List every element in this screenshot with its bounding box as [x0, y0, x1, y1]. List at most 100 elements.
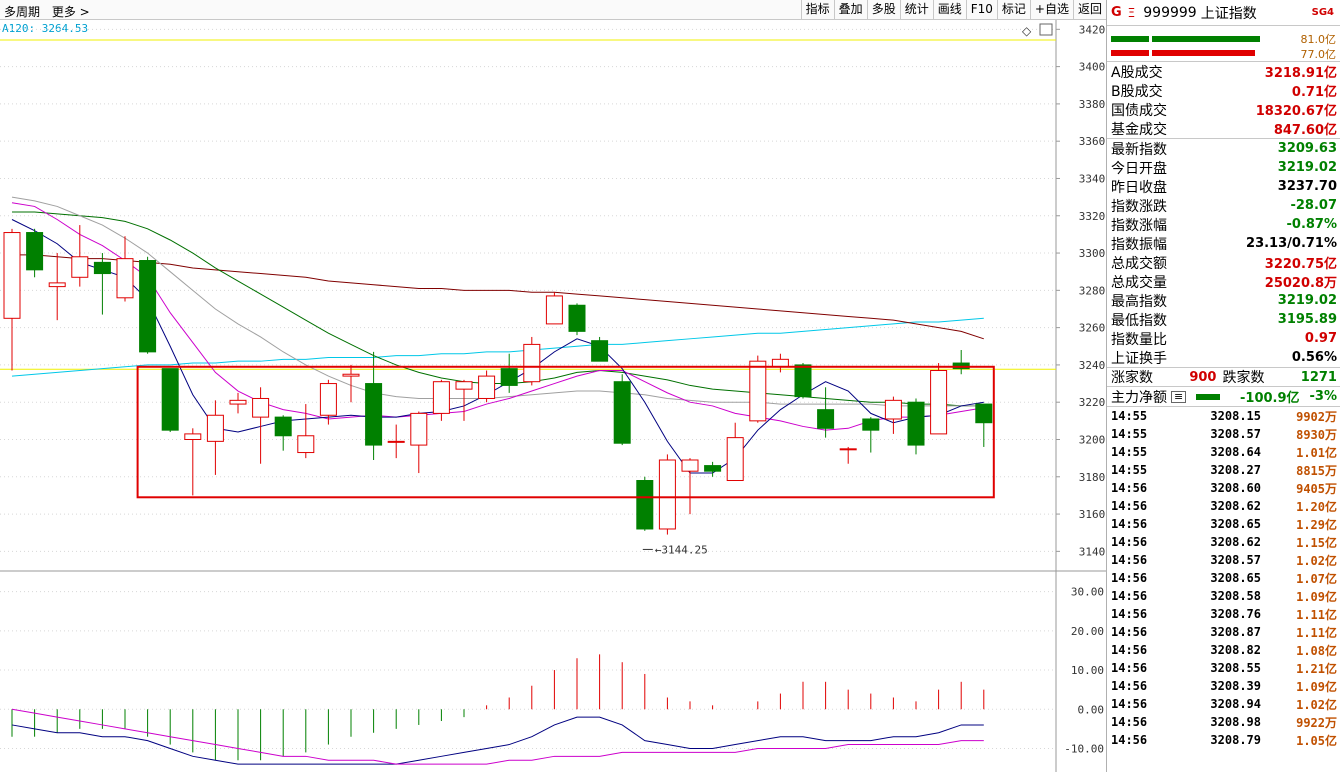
stat-value: 3209.63: [1277, 141, 1337, 156]
stat-label: 最低指数: [1111, 312, 1167, 329]
candle-body: [975, 403, 993, 424]
candle-body: [432, 381, 450, 414]
macd-tick-label: 0.00: [1078, 703, 1105, 716]
trade-row: 14:56 3208.60 9405万: [1107, 479, 1340, 497]
up-count-label: 涨家数: [1111, 370, 1153, 386]
stat-row: 今日开盘 3219.02: [1107, 158, 1340, 177]
stat-value: 0.97: [1304, 331, 1337, 346]
stat-row: 昨日收盘 3237.70: [1107, 177, 1340, 196]
candle-body: [184, 433, 202, 440]
candle-body: [771, 358, 789, 368]
turnover-value: 3218.91亿: [1264, 66, 1337, 81]
trade-row: 14:56 3208.76 1.11亿: [1107, 605, 1340, 623]
price-tick-label: 3360: [1079, 135, 1106, 148]
trade-price: 3208.55: [1210, 661, 1261, 675]
turnover-section: A股成交 3218.91亿 B股成交 0.71亿 国债成交 18320.67亿 基金成…: [1107, 62, 1340, 139]
market-breadth: 涨家数 900 跌家数 1271: [1107, 367, 1340, 387]
trade-time: 14:56: [1111, 733, 1148, 747]
multi-period-button[interactable]: 多周期: [4, 5, 40, 19]
trade-time: 14:56: [1111, 517, 1148, 531]
trade-price: 3208.65: [1210, 571, 1261, 585]
trade-time: 14:55: [1111, 427, 1148, 441]
candle-body: [636, 480, 654, 530]
candle-body: [3, 232, 21, 319]
trade-time: 14:56: [1111, 607, 1148, 621]
candle-body: [26, 232, 44, 271]
candle-body: [93, 261, 111, 275]
ma60-line: [12, 254, 984, 340]
trade-volume: 1.29亿: [1296, 517, 1337, 532]
trade-time: 14:56: [1111, 625, 1148, 639]
multi-stock-button[interactable]: 多股: [866, 0, 900, 20]
trade-price: 3208.94: [1210, 697, 1261, 711]
trade-price: 3208.27: [1210, 463, 1261, 477]
trade-volume: 8815万: [1296, 463, 1337, 478]
toolbar-right: 指标 叠加 多股 统计 画线 F10 标记 +自选 返回: [800, 0, 1106, 20]
index-code: 999999: [1143, 4, 1197, 21]
candle-body: [862, 418, 880, 431]
trade-row: 14:56 3208.39 1.09亿: [1107, 677, 1340, 695]
trade-row: 14:56 3208.94 1.02亿: [1107, 695, 1340, 713]
price-tick-label: 3200: [1079, 433, 1106, 446]
stat-value: 23.13/0.71%: [1246, 236, 1337, 251]
candle-body: [613, 381, 631, 444]
trade-volume: 1.09亿: [1296, 589, 1337, 604]
stat-row: 指数振幅 23.13/0.71%: [1107, 234, 1340, 253]
trade-price: 3208.87: [1210, 625, 1261, 639]
stat-row: 指数涨跌 -28.07: [1107, 196, 1340, 215]
kline-chart[interactable]: 3140 3160 3180 3200 3220 3240 3260 3280 3300 3320…: [0, 20, 1106, 772]
stat-value: 3195.89: [1277, 312, 1337, 327]
add-watchlist-button[interactable]: +自选: [1029, 0, 1073, 20]
ma20-line: [11, 196, 984, 407]
f10-button[interactable]: F10: [965, 0, 997, 20]
trade-volume: 1.20亿: [1296, 499, 1337, 514]
trade-time: 14:55: [1111, 409, 1148, 423]
draw-line-button[interactable]: 画线: [932, 0, 966, 20]
down-count-label: 跌家数: [1222, 370, 1265, 386]
trade-volume: 1.11亿: [1296, 607, 1337, 622]
stat-value: 3237.70: [1277, 179, 1337, 194]
candle-body: [568, 304, 586, 332]
trade-volume: 1.15亿: [1296, 535, 1337, 550]
main-flow-pct: -3%: [1309, 389, 1337, 404]
stat-row: 上证换手 0.56%: [1107, 348, 1340, 367]
stat-label: 最高指数: [1111, 293, 1167, 310]
trade-row: 14:56 3208.82 1.08亿: [1107, 641, 1340, 659]
candle-body: [749, 360, 767, 422]
statistics-button[interactable]: 统计: [899, 0, 933, 20]
menu-icon[interactable]: Ξ: [1128, 6, 1136, 20]
stat-row: 最低指数 3195.89: [1107, 310, 1340, 329]
candle-body: [365, 383, 383, 446]
candle-body: [500, 368, 518, 386]
ma30-line: [12, 211, 984, 407]
main-flow: 主力净额 ≡ -100.9亿 -3%: [1107, 387, 1340, 407]
trade-row: 14:55 3208.27 8815万: [1107, 461, 1340, 479]
stat-label: 指数涨幅: [1111, 217, 1167, 234]
trade-row: 14:56 3208.57 1.02亿: [1107, 551, 1340, 569]
mark-button[interactable]: 标记: [996, 0, 1030, 20]
more-button[interactable]: 更多 >: [52, 5, 90, 19]
trade-volume: 1.02亿: [1296, 553, 1337, 568]
green-bar-right: [1152, 36, 1260, 42]
turnover-label: 国债成交: [1111, 102, 1167, 119]
trade-price: 3208.60: [1210, 481, 1261, 495]
candle-body: [907, 401, 925, 446]
trade-volume: 1.11亿: [1296, 625, 1337, 640]
diamond-icon: ◇: [1022, 24, 1032, 38]
price-tick-label: 3280: [1079, 284, 1106, 297]
candle-body: [884, 399, 902, 420]
trade-volume: 9405万: [1296, 481, 1337, 496]
bar-bottom-value: 77.0亿: [1300, 48, 1337, 61]
trade-volume: 8930万: [1296, 427, 1337, 442]
back-button[interactable]: 返回: [1072, 0, 1106, 20]
candle-body: [545, 295, 563, 325]
indicator-button[interactable]: 指标: [800, 0, 834, 20]
list-icon[interactable]: ≡: [1171, 390, 1187, 403]
candle-body: [206, 414, 224, 442]
candle-body: [161, 368, 179, 431]
trade-row: 14:56 3208.98 9922万: [1107, 713, 1340, 731]
trade-time: 14:56: [1111, 661, 1148, 675]
overlay-button[interactable]: 叠加: [833, 0, 867, 20]
trade-price: 3208.15: [1210, 409, 1261, 423]
g-badge[interactable]: G: [1111, 5, 1122, 20]
